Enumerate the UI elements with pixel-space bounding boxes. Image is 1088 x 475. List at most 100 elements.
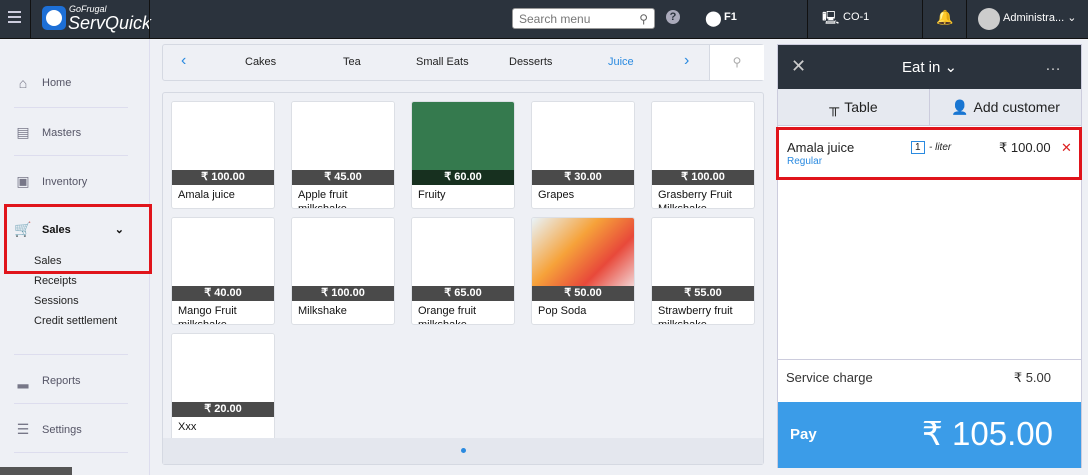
- order-mode: Eat in: [902, 59, 941, 76]
- masters-icon: ▤: [16, 124, 30, 140]
- table-button[interactable]: ╥ Table: [778, 89, 929, 125]
- settings-icon: ☰: [16, 421, 30, 437]
- more-icon[interactable]: …: [1045, 57, 1061, 75]
- pay-button[interactable]: Pay ₹ 105.00: [778, 402, 1081, 468]
- item-variant[interactable]: Regular: [787, 156, 822, 167]
- product-card[interactable]: ₹ 100.00 Milkshake: [291, 217, 395, 325]
- add-user-icon: 👤: [951, 98, 969, 115]
- label: Masters: [42, 126, 82, 139]
- search-icon: ⚲: [639, 12, 648, 26]
- label: Reports: [42, 374, 81, 387]
- product-card[interactable]: ₹ 100.00 Grasberry Fruit Milkshake: [651, 101, 755, 209]
- search-placeholder: Search menu: [519, 12, 591, 26]
- computer-icon: 🖳: [822, 10, 840, 25]
- product-image: [292, 218, 394, 286]
- submenu-credit-settlement[interactable]: Credit settlement: [34, 315, 117, 327]
- product-price: ₹ 60.00: [412, 170, 514, 185]
- product-card[interactable]: ₹ 60.00 Fruity: [411, 101, 515, 209]
- user-menu[interactable]: Administra... ⌄: [1003, 11, 1076, 24]
- submenu-sessions[interactable]: Sessions: [34, 295, 79, 307]
- tab-juice[interactable]: Juice: [608, 56, 634, 68]
- highlight-box: [4, 204, 152, 274]
- product-card[interactable]: ₹ 20.00 Xxx: [171, 333, 275, 441]
- close-icon[interactable]: ✕: [791, 56, 806, 77]
- product-card[interactable]: ₹ 55.00 Strawberry fruit milkshake: [651, 217, 755, 325]
- product-image: [652, 218, 754, 286]
- product-card[interactable]: ₹ 65.00 Orange fruit milkshake: [411, 217, 515, 325]
- product-image: [412, 218, 514, 286]
- product-card[interactable]: ₹ 50.00 Pop Soda: [531, 217, 635, 325]
- product-name: Apple fruit milkshake: [298, 189, 348, 209]
- chevron-right-icon[interactable]: ›: [684, 52, 689, 70]
- quantity-field[interactable]: 1: [911, 141, 925, 154]
- product-price: ₹ 50.00: [532, 286, 634, 301]
- tab-cakes[interactable]: Cakes: [245, 56, 276, 68]
- product-name: Amala juice: [178, 189, 235, 201]
- label: Home: [42, 77, 72, 89]
- product-price: ₹ 100.00: [652, 170, 754, 185]
- service-charge-label: Service charge: [786, 370, 873, 385]
- service-charge-value: ₹ 5.00: [1013, 370, 1051, 385]
- table-icon: ╥: [829, 99, 840, 115]
- product-card[interactable]: ₹ 40.00 Mango Fruit milkshake: [171, 217, 275, 325]
- product-card[interactable]: ₹ 45.00 Apple fruit milkshake: [291, 101, 395, 209]
- remove-icon[interactable]: ✕: [1061, 140, 1072, 156]
- product-image: [532, 218, 634, 286]
- label: Settings: [42, 423, 82, 436]
- product-price: ₹ 40.00: [172, 286, 274, 301]
- order-mode-dropdown[interactable]: Eat in ⌄: [902, 58, 957, 76]
- avatar[interactable]: [978, 8, 1000, 30]
- product-image: [532, 102, 634, 170]
- product-price: ₹ 55.00: [652, 286, 754, 301]
- label: Inventory: [42, 175, 88, 188]
- product-image: [172, 102, 274, 170]
- user-name: Administra...: [1003, 12, 1065, 24]
- product-image: [172, 218, 274, 286]
- product-card[interactable]: ₹ 100.00 Amala juice: [171, 101, 275, 209]
- scrollbar[interactable]: [0, 467, 72, 475]
- chevron-left-icon[interactable]: ‹: [181, 52, 186, 70]
- item-unit: - liter: [929, 142, 952, 153]
- product-price: ₹ 65.00: [412, 286, 514, 301]
- pager: [163, 438, 763, 464]
- tab-tea[interactable]: Tea: [343, 56, 361, 68]
- order-header: ✕ Eat in ⌄ …: [778, 45, 1081, 89]
- bell-icon[interactable]: 🔔: [936, 9, 953, 26]
- sidebar-item-reports[interactable]: ▂ Reports: [14, 372, 81, 389]
- product-card[interactable]: ₹ 30.00 Grapes: [531, 101, 635, 209]
- sidebar-item-masters[interactable]: ▤ Masters: [14, 124, 81, 141]
- total-amount: ₹ 105.00: [921, 415, 1053, 452]
- help-icon[interactable]: ?: [666, 10, 680, 24]
- sidebar-item-home[interactable]: ⌂ Home: [14, 75, 72, 91]
- add-customer-button[interactable]: 👤 Add customer: [929, 89, 1081, 125]
- tab-desserts[interactable]: Desserts: [509, 56, 552, 68]
- inventory-icon: ▣: [16, 173, 30, 189]
- product-price: ₹ 100.00: [172, 170, 274, 185]
- logo: GoFrugal ServQuick: [42, 4, 151, 33]
- product-name: Orange fruit milkshake: [418, 305, 477, 325]
- reports-icon: ▂: [17, 372, 29, 388]
- product-grid: ₹ 100.00 Amala juice ₹ 45.00 Apple fruit mi…: [162, 92, 764, 465]
- page-dot[interactable]: [461, 448, 466, 453]
- search-icon[interactable]: ⚲: [709, 45, 764, 80]
- order-item[interactable]: Amala juice Regular 1 - liter ₹ 100.00 ✕: [776, 127, 1082, 180]
- sidebar-item-inventory[interactable]: ▣ Inventory: [14, 173, 87, 190]
- product-price: ₹ 30.00: [532, 170, 634, 185]
- counter-label[interactable]: CO-1: [843, 11, 869, 23]
- location-label[interactable]: F1: [724, 11, 737, 23]
- submenu-receipts[interactable]: Receipts: [34, 275, 77, 287]
- tab-small-eats[interactable]: Small Eats: [416, 56, 469, 68]
- product-image: [292, 102, 394, 170]
- pay-label: Pay: [790, 426, 817, 443]
- sidebar-item-settings[interactable]: ☰ Settings: [14, 421, 82, 438]
- product-name: Milkshake: [298, 305, 347, 317]
- product-price: ₹ 45.00: [292, 170, 394, 185]
- product-name: Pop Soda: [538, 305, 587, 317]
- product-image: [412, 102, 514, 170]
- item-amount: ₹ 100.00: [999, 140, 1051, 155]
- search-menu-input[interactable]: Search menu ⚲: [512, 8, 655, 29]
- menu-icon[interactable]: [8, 11, 21, 24]
- item-name: Amala juice: [787, 140, 855, 155]
- product-name: Grapes: [538, 189, 575, 201]
- product-name: Mango Fruit milkshake: [178, 305, 237, 325]
